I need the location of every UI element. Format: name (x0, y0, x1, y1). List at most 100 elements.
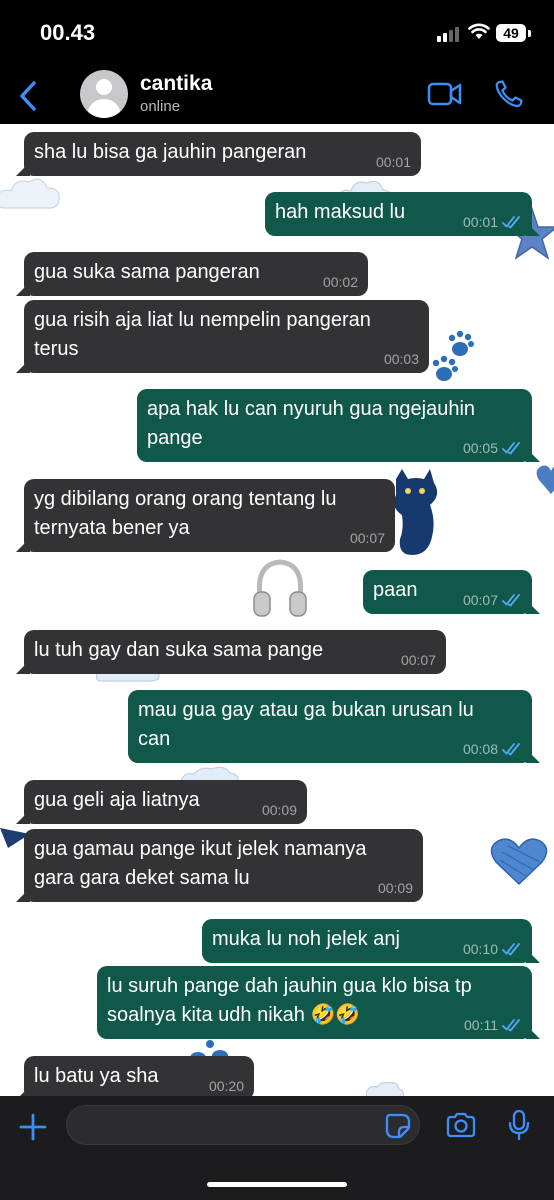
bubble-tail (526, 448, 540, 462)
battery-tip (528, 30, 531, 37)
status-bar: 00.43 49 (0, 0, 554, 66)
double-check-icon (502, 216, 520, 229)
chat-area[interactable]: sha lu bisa ga jauhin pangeran 00:01 hah m… (0, 124, 554, 1096)
message-text: soalnya kita udh nikah 🤣🤣 (107, 1004, 361, 1026)
bubble-tail (526, 949, 540, 963)
double-check-icon (502, 594, 520, 607)
incoming-message[interactable]: lu tuh gay dan suka sama pange 00:07 (16, 630, 446, 674)
message-input[interactable] (66, 1105, 420, 1145)
message-meta: 00:10 (463, 941, 522, 957)
bubble-tail (16, 359, 30, 373)
double-check-icon (502, 442, 520, 455)
double-check-icon (502, 743, 520, 756)
message-text: gara gara deket sama lu (34, 867, 250, 889)
incoming-message[interactable]: gua gamau pange ikut jelek namanya gara g… (16, 829, 423, 902)
chevron-left-icon[interactable] (14, 78, 44, 114)
message-meta: 00:05 (463, 440, 522, 456)
home-indicator (207, 1182, 347, 1187)
message-time: 00:11 (464, 1017, 498, 1033)
message-time: 00:01 (375, 154, 411, 170)
message-time: 00:03 (383, 351, 419, 367)
message-text: gua geli aja liatnya (34, 789, 200, 811)
sticker-icon[interactable] (385, 1113, 411, 1139)
message-time: 00:20 (208, 1078, 244, 1094)
message-meta: 00:09 (378, 880, 413, 896)
message-meta: 00:03 (384, 351, 419, 367)
message-meta: 00:11 (464, 1017, 522, 1033)
message-text: terus (34, 338, 79, 360)
video-camera-icon[interactable] (427, 80, 463, 108)
bubble-tail (526, 1025, 540, 1039)
status-time: 00.43 (40, 20, 96, 45)
phone-icon[interactable] (494, 79, 524, 109)
heart-decoration (490, 838, 548, 886)
message-meta: 00:20 (209, 1078, 244, 1094)
message-time: 00:09 (377, 880, 413, 896)
signal-icon (437, 26, 463, 42)
outgoing-message[interactable]: paan 00:07 (363, 570, 540, 614)
battery-indicator: 49 (496, 24, 526, 42)
heart-decoration (536, 465, 554, 494)
message-text: gua gamau pange ikut jelek namanya (34, 838, 367, 860)
bubble-tail (526, 222, 540, 236)
message-meta: 00:02 (323, 274, 358, 290)
bubble-tail (16, 538, 30, 552)
microphone-icon[interactable] (507, 1109, 531, 1141)
message-text: yg dibilang orang orang tentang lu (34, 488, 337, 510)
incoming-message[interactable]: sha lu bisa ga jauhin pangeran 00:01 (16, 132, 421, 176)
message-text: gua risih aja liat lu nempelin pangeran (34, 309, 371, 331)
message-meta: 00:01 (463, 214, 522, 230)
message-time: 00:09 (261, 802, 297, 818)
outgoing-message[interactable]: lu suruh pange dah jauhin gua klo bisa t… (97, 966, 540, 1039)
outgoing-message[interactable]: apa hak lu can nyuruh gua ngejauhin pange… (137, 389, 540, 462)
double-check-icon (502, 1019, 520, 1032)
chat-header: cantika online (0, 66, 554, 124)
message-text: apa hak lu can nyuruh gua ngejauhin (147, 398, 476, 420)
contact-status: online (140, 98, 181, 115)
message-time: 00:07 (349, 530, 385, 546)
cloud-decoration (365, 1081, 405, 1096)
message-text: gua suka sama pangeran (34, 261, 260, 283)
bubble-tail (16, 660, 30, 674)
incoming-message[interactable]: gua geli aja liatnya 00:09 (16, 780, 307, 824)
incoming-message[interactable]: gua suka sama pangeran 00:02 (16, 252, 368, 296)
message-meta: 00:07 (350, 530, 385, 546)
paw-print-decoration (432, 330, 474, 381)
bubble-tail (526, 749, 540, 763)
wifi-icon (468, 23, 490, 39)
avatar[interactable] (80, 70, 128, 118)
message-time: 00:08 (462, 741, 498, 757)
message-time: 00:07 (462, 592, 498, 608)
message-time: 00:10 (462, 941, 498, 957)
incoming-message[interactable]: yg dibilang orang orang tentang lu ternya… (16, 479, 395, 552)
bubble-tail (526, 600, 540, 614)
outgoing-message[interactable]: mau gua gay atau ga bukan urusan lu can 00… (128, 690, 540, 763)
incoming-message[interactable]: gua risih aja liat lu nempelin pangeran t… (16, 300, 429, 373)
message-meta: 00:07 (463, 592, 522, 608)
bubble-tail (16, 810, 30, 824)
message-text: lu suruh pange dah jauhin gua klo bisa t… (107, 975, 472, 997)
message-text: lu tuh gay dan suka sama pange (34, 639, 324, 661)
bubble-tail (16, 282, 30, 296)
bubble-tail (16, 888, 30, 902)
message-text: sha lu bisa ga jauhin pangeran (34, 141, 307, 163)
message-time: 00:05 (462, 440, 498, 456)
double-check-icon (502, 943, 520, 956)
outgoing-message[interactable]: hah maksud lu 00:01 (265, 192, 540, 236)
plus-icon[interactable] (18, 1112, 48, 1142)
bubble-tail (16, 162, 30, 176)
message-time: 00:01 (462, 214, 498, 230)
contact-name[interactable]: cantika (140, 72, 212, 96)
message-time: 00:07 (400, 652, 436, 668)
outgoing-message[interactable]: muka lu noh jelek anj 00:10 (202, 919, 540, 963)
message-meta: 00:01 (376, 154, 411, 170)
message-meta: 00:07 (401, 652, 436, 668)
camera-icon[interactable] (445, 1111, 477, 1139)
message-text: ternyata bener ya (34, 517, 190, 539)
headphones-decoration (253, 559, 307, 617)
message-meta: 00:09 (262, 802, 297, 818)
message-meta: 00:08 (463, 741, 522, 757)
incoming-message[interactable]: lu batu ya sha 00:20 (16, 1056, 254, 1096)
message-text: mau gua gay atau ga bukan urusan lu (138, 699, 474, 721)
bubble-tail (16, 1086, 30, 1096)
